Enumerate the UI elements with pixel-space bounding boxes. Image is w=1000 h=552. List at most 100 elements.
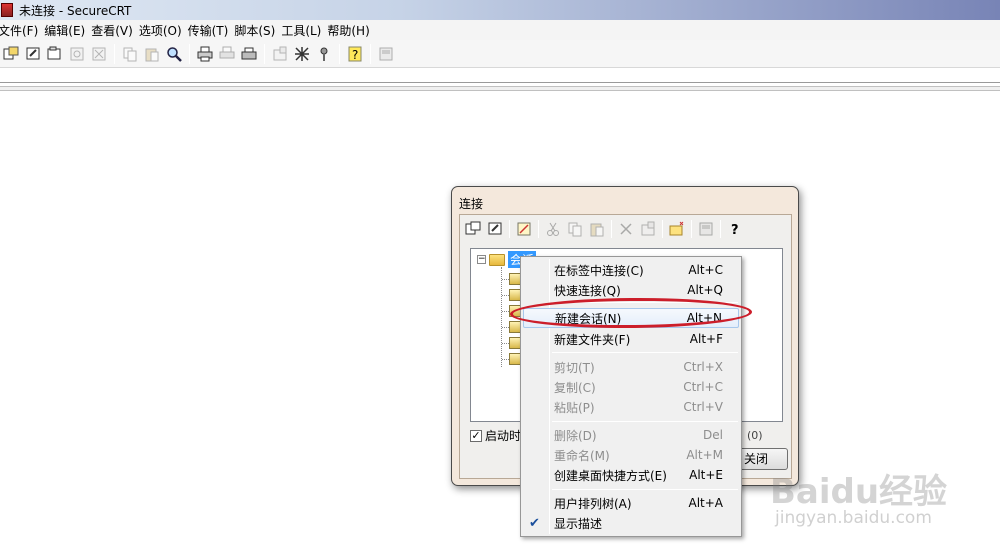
toolbar-separator — [189, 43, 190, 64]
dlg-paste-button[interactable] — [586, 219, 608, 239]
session-options-button[interactable] — [270, 44, 290, 64]
reconnect-button[interactable] — [67, 44, 87, 64]
new-session-icon — [517, 222, 531, 236]
help-icon: ? — [731, 223, 739, 237]
dlg-properties-button[interactable] — [637, 219, 659, 239]
paste-button[interactable] — [142, 44, 162, 64]
print-setup-button[interactable] — [239, 44, 259, 64]
menu-help[interactable]: 帮助(H) — [327, 22, 375, 39]
menu-separator — [552, 489, 738, 490]
dlg-cut-button[interactable] — [542, 219, 564, 239]
print-icon — [197, 46, 213, 61]
tree-connector — [502, 359, 509, 360]
dlg-desktop-shortcut-button[interactable] — [695, 219, 717, 239]
collapse-icon[interactable]: − — [477, 255, 486, 264]
menu-edit[interactable]: 编辑(E) — [44, 22, 91, 39]
toolbar-divider — [0, 82, 1000, 83]
dlg-copy-button[interactable] — [564, 219, 586, 239]
app-icon — [1, 3, 13, 17]
baidu-watermark: Baidu经验 jingyan.baidu.com — [770, 464, 992, 544]
toolbar-separator — [339, 43, 340, 64]
disconnect-button[interactable] — [89, 44, 109, 64]
menu-item-label: 新建文件夹(F) — [554, 332, 631, 347]
print-button[interactable] — [195, 44, 215, 64]
toolbar-separator — [114, 43, 115, 64]
menu-item-shortcut: Ctrl+X — [683, 360, 723, 374]
find-button[interactable] — [164, 44, 184, 64]
global-options-button[interactable] — [292, 44, 312, 64]
connect-in-tab-icon — [488, 222, 502, 235]
dlg-new-session-button[interactable] — [513, 219, 535, 239]
copy-icon — [568, 222, 582, 237]
keymap-button[interactable] — [314, 44, 334, 64]
dlg-connect-in-tab-button[interactable] — [484, 219, 506, 239]
menu-tools[interactable]: 工具(L) — [281, 22, 327, 39]
watermark-logo: Baidu经验 — [770, 472, 948, 512]
delete-icon — [620, 223, 632, 235]
startup-checkbox[interactable]: ✓ — [470, 429, 482, 442]
session-options-icon — [273, 46, 287, 60]
menu-options[interactable]: 选项(O) — [139, 22, 188, 39]
menu-item-shortcut: Ctrl+C — [683, 380, 723, 394]
menu-new-folder[interactable]: 新建文件夹(F) Alt+F — [523, 329, 739, 349]
menu-file[interactable]: 文件(F) — [0, 22, 44, 39]
menu-delete[interactable]: 删除(D) Del — [523, 425, 739, 445]
copy-icon — [123, 47, 137, 61]
menu-script[interactable]: 脚本(S) — [234, 22, 281, 39]
watermark-url: jingyan.baidu.com — [775, 508, 932, 528]
connect-button[interactable] — [1, 44, 21, 64]
dialog-toolbar-separator — [720, 220, 721, 238]
menu-connect-in-tab[interactable]: 在标签中连接(C) Alt+C — [523, 260, 739, 280]
menu-item-label: 创建桌面快捷方式(E) — [554, 468, 667, 483]
title-bar: 未连接 - SecureCRT — [0, 0, 1000, 20]
dialog-toolbar-separator — [538, 220, 539, 238]
menu-rename[interactable]: 重命名(M) Alt+M — [523, 445, 739, 465]
menu-paste[interactable]: 粘贴(P) Ctrl+V — [523, 397, 739, 417]
dlg-new-folder-button[interactable] — [666, 219, 688, 239]
menu-item-shortcut: Del — [703, 428, 723, 442]
menu-show-description[interactable]: ✔ 显示描述 — [523, 513, 739, 533]
menu-item-label: 显示描述 — [554, 516, 603, 531]
copy-button[interactable] — [120, 44, 140, 64]
print-selection-icon — [219, 46, 235, 58]
dlg-help-button[interactable]: ? — [724, 219, 746, 239]
menu-item-label: 删除(D) — [554, 428, 597, 443]
window-title: 未连接 - SecureCRT — [19, 3, 132, 18]
about-icon — [379, 47, 393, 60]
menu-item-label: 粘贴(P) — [554, 400, 595, 415]
dlg-delete-button[interactable] — [615, 219, 637, 239]
quick-connect-button[interactable] — [23, 44, 43, 64]
menu-user-arrange-tree[interactable]: 用户排列树(A) Alt+A — [523, 493, 739, 513]
paste-icon — [145, 48, 159, 61]
menu-copy[interactable]: 复制(C) Ctrl+C — [523, 377, 739, 397]
about-button[interactable] — [376, 44, 396, 64]
global-options-icon — [295, 46, 309, 61]
menu-view[interactable]: 查看(V) — [91, 22, 139, 39]
tree-connector — [502, 295, 509, 296]
dialog-toolbar-separator — [611, 220, 612, 238]
folder-icon — [489, 253, 505, 266]
toolbar-separator — [370, 43, 371, 64]
menu-transfer[interactable]: 传输(T) — [188, 22, 235, 39]
session-count: (0) — [747, 429, 763, 442]
menu-item-shortcut: Alt+F — [689, 332, 723, 346]
properties-icon — [641, 221, 655, 236]
menu-item-label: 复制(C) — [554, 380, 596, 395]
print-selection-button[interactable] — [217, 44, 237, 64]
help-button[interactable]: ? — [345, 44, 365, 64]
connect-in-tab-button[interactable] — [45, 44, 65, 64]
menu-item-label: 剪切(T) — [554, 360, 595, 375]
menu-create-desktop-shortcut[interactable]: 创建桌面快捷方式(E) Alt+E — [523, 465, 739, 485]
dlg-connect-button[interactable] — [462, 219, 484, 239]
svg-text:?: ? — [731, 223, 739, 237]
help-icon: ? — [348, 46, 362, 62]
menu-bar: 文件(F) 编辑(E) 查看(V) 选项(O) 传输(T) 脚本(S) 工具(L… — [0, 20, 1000, 40]
disconnect-icon — [92, 47, 106, 60]
menu-item-label: 快速连接(Q) — [554, 283, 621, 298]
tree-connector — [502, 343, 509, 344]
menu-cut[interactable]: 剪切(T) Ctrl+X — [523, 357, 739, 377]
menu-item-shortcut: Ctrl+V — [683, 400, 723, 414]
connect-icon — [3, 46, 19, 59]
menu-separator — [552, 421, 738, 422]
tree-connector — [501, 267, 502, 367]
